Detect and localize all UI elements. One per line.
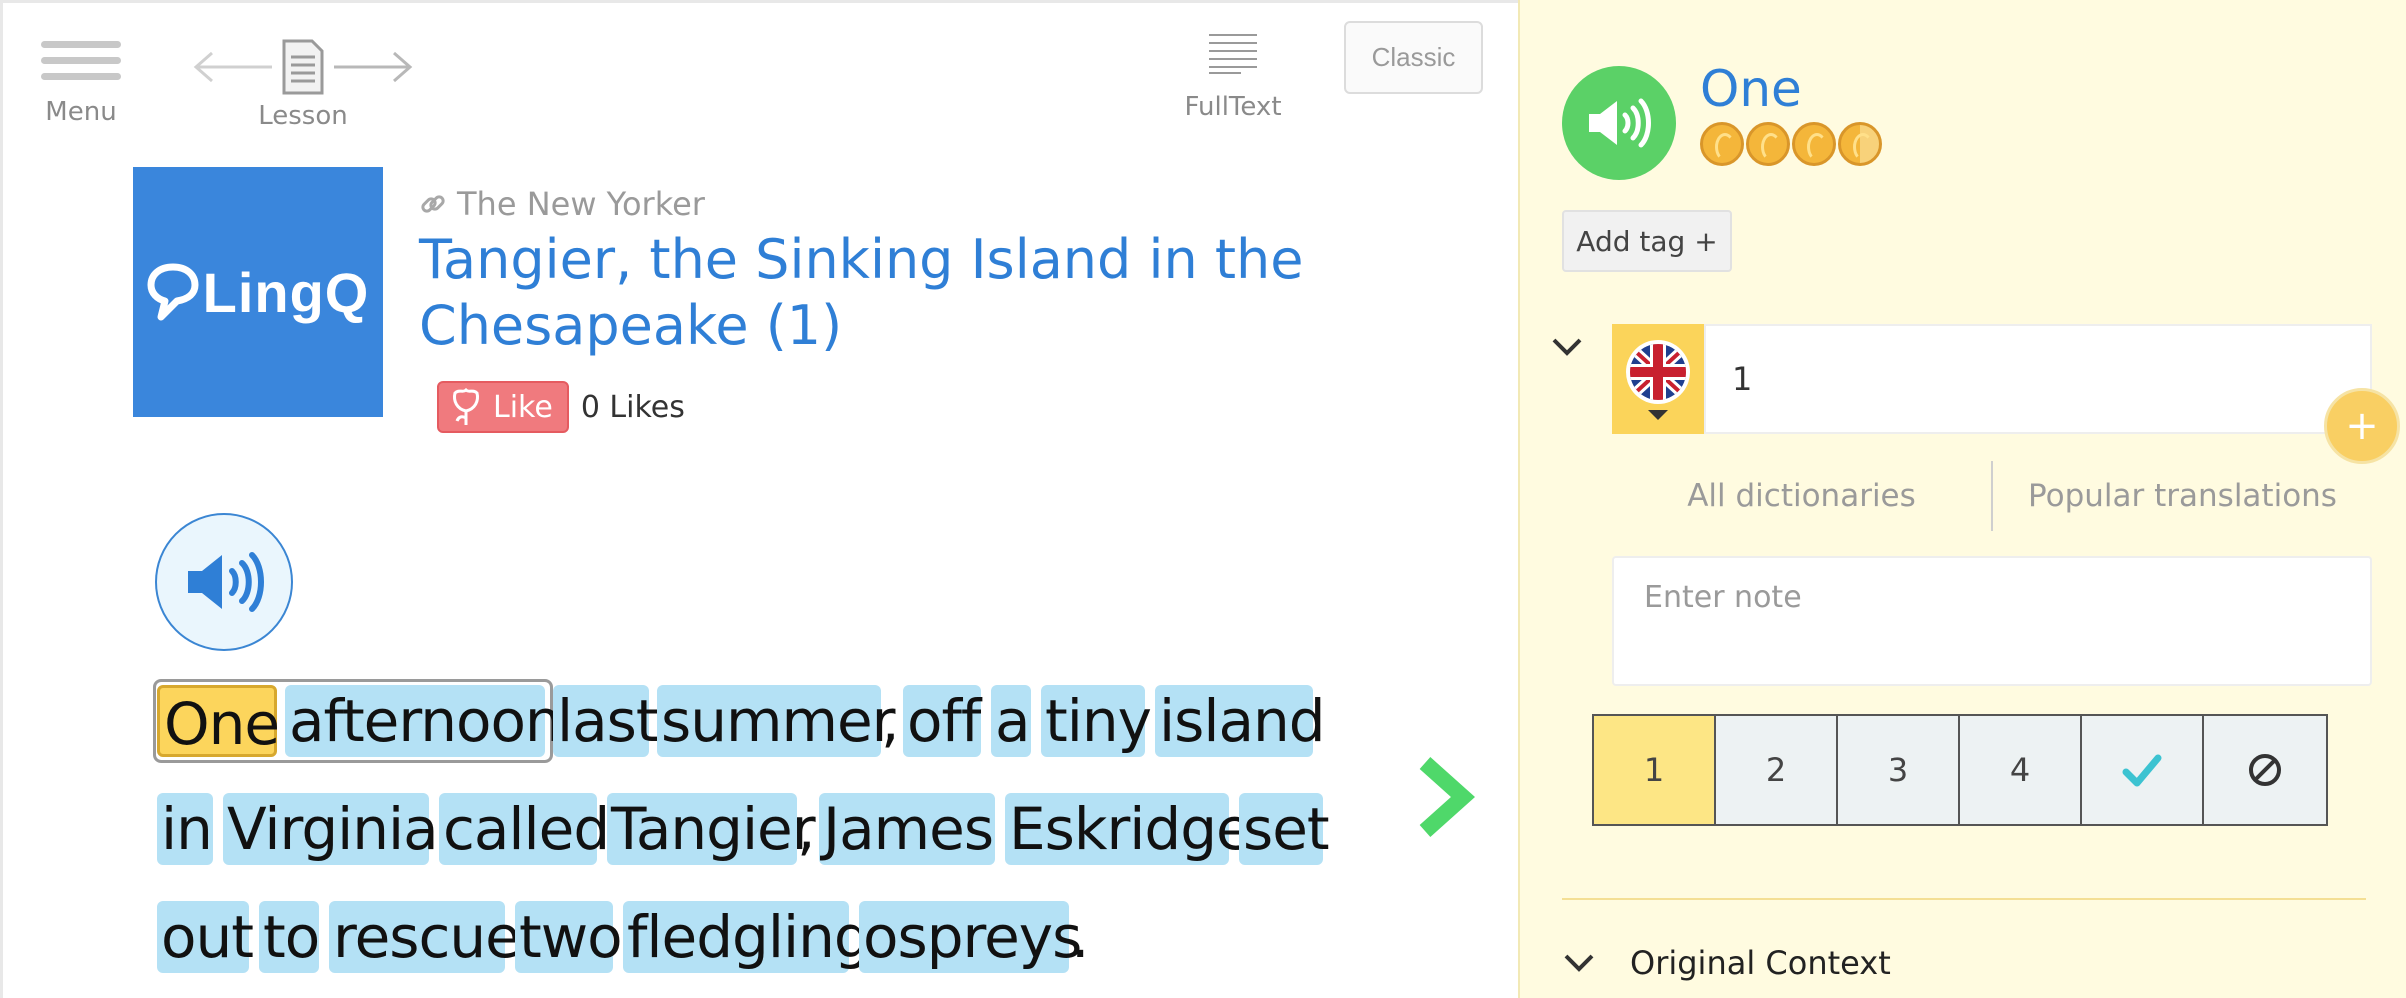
punctuation: , xyxy=(881,687,900,755)
coin-icon xyxy=(1746,122,1790,166)
coin-icon xyxy=(1792,122,1836,166)
word[interactable]: called xyxy=(439,793,610,865)
lingq-logo: LingQ xyxy=(147,260,370,325)
word-one[interactable]: One xyxy=(157,685,280,758)
like-row: Like 0 Likes xyxy=(437,381,685,433)
arrow-left-icon[interactable] xyxy=(190,47,274,87)
rose-icon xyxy=(453,387,479,425)
status-selector: 1 2 3 4 xyxy=(1592,714,2328,826)
word[interactable]: fledgling xyxy=(623,901,871,973)
cover-logo-text: LingQ xyxy=(202,260,370,324)
like-button[interactable]: Like xyxy=(437,381,569,433)
word[interactable]: off xyxy=(903,685,981,757)
all-dictionaries-link[interactable]: All dictionaries xyxy=(1612,478,1991,514)
term-audio-button[interactable] xyxy=(1562,66,1676,180)
status-2-button[interactable]: 2 xyxy=(1716,716,1838,824)
word[interactable]: summer xyxy=(657,685,896,757)
word[interactable]: Eskridge xyxy=(1005,793,1252,865)
fulltext-label: FullText xyxy=(1184,92,1282,122)
speaker-icon xyxy=(188,552,264,612)
menu-label: Menu xyxy=(45,97,117,127)
lines-icon xyxy=(1209,34,1257,74)
lesson-nav: Lesson xyxy=(173,39,433,131)
fulltext-button[interactable]: FullText xyxy=(1183,31,1283,122)
word[interactable]: island xyxy=(1155,685,1326,757)
original-context-label: Original Context xyxy=(1630,944,1891,982)
coin-icon xyxy=(1700,122,1744,166)
lingq-mark-icon xyxy=(147,263,199,321)
word[interactable]: to xyxy=(259,901,320,973)
language-selector[interactable] xyxy=(1612,324,1704,434)
word[interactable]: James xyxy=(819,793,995,865)
term-text: One xyxy=(1700,60,1802,118)
word[interactable]: Tangier xyxy=(607,793,816,865)
add-tag-button[interactable]: Add tag + xyxy=(1562,210,1732,272)
panel-divider xyxy=(1562,898,2366,900)
classic-button[interactable]: Classic xyxy=(1344,21,1483,94)
word[interactable]: afternoon xyxy=(285,685,562,757)
word[interactable]: in xyxy=(157,793,213,865)
popular-translations-link[interactable]: Popular translations xyxy=(1993,478,2372,514)
ignore-button[interactable] xyxy=(2204,716,2326,824)
source-text: The New Yorker xyxy=(457,185,705,223)
lesson-label: Lesson xyxy=(258,101,348,131)
hamburger-icon xyxy=(41,39,121,83)
lesson-cover-image: LingQ xyxy=(133,167,383,417)
arrow-right-icon[interactable] xyxy=(332,47,416,87)
word[interactable]: tiny xyxy=(1041,685,1152,757)
word[interactable]: last xyxy=(553,685,659,757)
term-panel: One Add tag + 1 + All dictionaries Popul… xyxy=(1518,0,2406,998)
play-audio-button[interactable] xyxy=(155,513,293,651)
word[interactable]: ospreys xyxy=(859,901,1082,973)
meaning-row: 1 xyxy=(1612,324,2372,434)
link-icon xyxy=(421,195,445,213)
word[interactable]: a xyxy=(991,685,1031,757)
word[interactable]: out xyxy=(157,901,254,973)
lesson-title: Tangier, the Sinking Island in the Chesa… xyxy=(419,228,1304,357)
punctuation: . xyxy=(1071,903,1090,971)
chevron-down-icon[interactable] xyxy=(1550,336,1584,358)
chevron-down-icon xyxy=(1564,954,1594,972)
word[interactable]: Virginia xyxy=(223,793,439,865)
likes-count: 0 Likes xyxy=(580,389,685,425)
original-context-toggle[interactable]: Original Context xyxy=(1562,944,1891,982)
dictionary-links: All dictionaries Popular translations xyxy=(1612,460,2372,532)
menu-button[interactable]: Menu xyxy=(39,39,123,127)
reader-pane: Menu Lesson FullText Classic LingQ The N… xyxy=(0,0,1518,998)
note-input[interactable]: Enter note xyxy=(1612,556,2372,686)
word[interactable]: set xyxy=(1239,793,1330,865)
status-3-button[interactable]: 3 xyxy=(1838,716,1960,824)
document-icon[interactable] xyxy=(280,39,326,95)
uk-flag-icon xyxy=(1626,340,1690,420)
word[interactable]: rescue xyxy=(329,901,521,973)
speaker-icon xyxy=(1589,98,1651,148)
punctuation: , xyxy=(797,795,816,863)
lesson-source[interactable]: The New Yorker xyxy=(419,185,705,223)
word[interactable]: two xyxy=(515,901,623,973)
status-4-button[interactable]: 4 xyxy=(1960,716,2082,824)
known-button[interactable] xyxy=(2082,716,2204,824)
coin-level xyxy=(1700,122,1884,166)
add-meaning-button[interactable]: + xyxy=(2324,388,2400,464)
like-label: Like xyxy=(493,389,553,425)
chevron-right-icon[interactable] xyxy=(1413,755,1475,839)
ban-icon xyxy=(2249,754,2281,786)
meaning-input[interactable]: 1 xyxy=(1704,324,2372,434)
status-1-button[interactable]: 1 xyxy=(1594,716,1716,824)
checkmark-icon xyxy=(2122,754,2162,787)
coin-icon xyxy=(1838,122,1882,166)
